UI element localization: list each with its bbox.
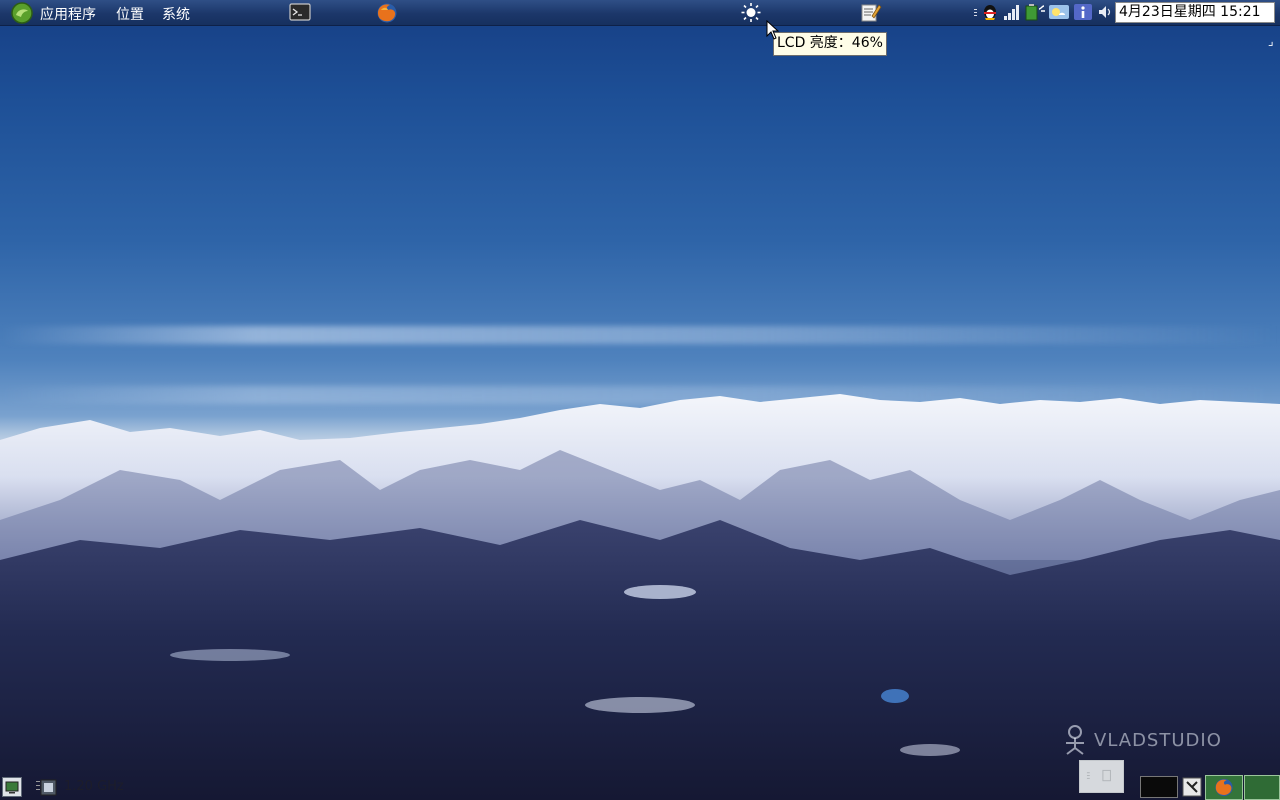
cpu-frequency-label: 1.20 GHz bbox=[64, 779, 124, 794]
clock[interactable]: 4月23日星期四 15:21 bbox=[1115, 2, 1275, 23]
mouse-cursor-icon bbox=[766, 20, 780, 40]
brightness-icon[interactable] bbox=[740, 2, 762, 23]
watermark-text: VLADSTUDIO bbox=[1094, 729, 1222, 751]
panel-resize-corner-icon: ⌟ bbox=[1268, 34, 1274, 48]
info-icon[interactable] bbox=[1073, 3, 1093, 21]
mountain-range bbox=[0, 394, 1280, 800]
firefox-icon bbox=[1215, 778, 1233, 797]
qq-penguin-icon[interactable] bbox=[982, 3, 998, 21]
bottom-panel-left: 1.20 GHz bbox=[0, 775, 140, 800]
menu-places[interactable]: 位置 bbox=[116, 4, 144, 24]
tray-handle-icon[interactable] bbox=[973, 3, 979, 21]
menu-applications[interactable]: 应用程序 bbox=[40, 4, 96, 24]
terminal-icon[interactable] bbox=[289, 2, 311, 23]
notification-area[interactable] bbox=[1079, 760, 1124, 793]
desktop-wallpaper: VLADSTUDIO bbox=[0, 0, 1280, 800]
taskbar-firefox-button[interactable] bbox=[1205, 775, 1243, 800]
notification-area-icon bbox=[1086, 769, 1111, 782]
text-editor-icon[interactable] bbox=[860, 2, 882, 23]
brightness-tooltip: LCD 亮度：46% bbox=[773, 32, 887, 56]
trash-icon[interactable] bbox=[1182, 777, 1202, 797]
cpu-frequency-icon[interactable] bbox=[34, 778, 58, 797]
battery-icon[interactable] bbox=[1024, 3, 1046, 21]
menu-system[interactable]: 系统 bbox=[162, 4, 190, 24]
firefox-icon[interactable] bbox=[376, 2, 398, 23]
volume-icon[interactable] bbox=[1097, 3, 1113, 21]
workspace-switcher[interactable] bbox=[1140, 776, 1178, 798]
wallpaper-watermark: VLADSTUDIO bbox=[1062, 724, 1222, 756]
taskbar-window-button[interactable] bbox=[1244, 775, 1280, 800]
top-panel: 应用程序 位置 系统 4月23日星期四 15:21 ⌟ bbox=[0, 0, 1280, 48]
weather-icon[interactable] bbox=[1048, 3, 1070, 21]
show-desktop-button[interactable] bbox=[2, 777, 22, 797]
main-menu-logo-icon[interactable] bbox=[10, 1, 34, 24]
show-desktop-icon bbox=[5, 781, 19, 794]
bottom-panel-right bbox=[1078, 760, 1280, 800]
network-signal-icon[interactable] bbox=[1003, 3, 1021, 21]
vladstudio-logo-icon bbox=[1066, 725, 1084, 755]
